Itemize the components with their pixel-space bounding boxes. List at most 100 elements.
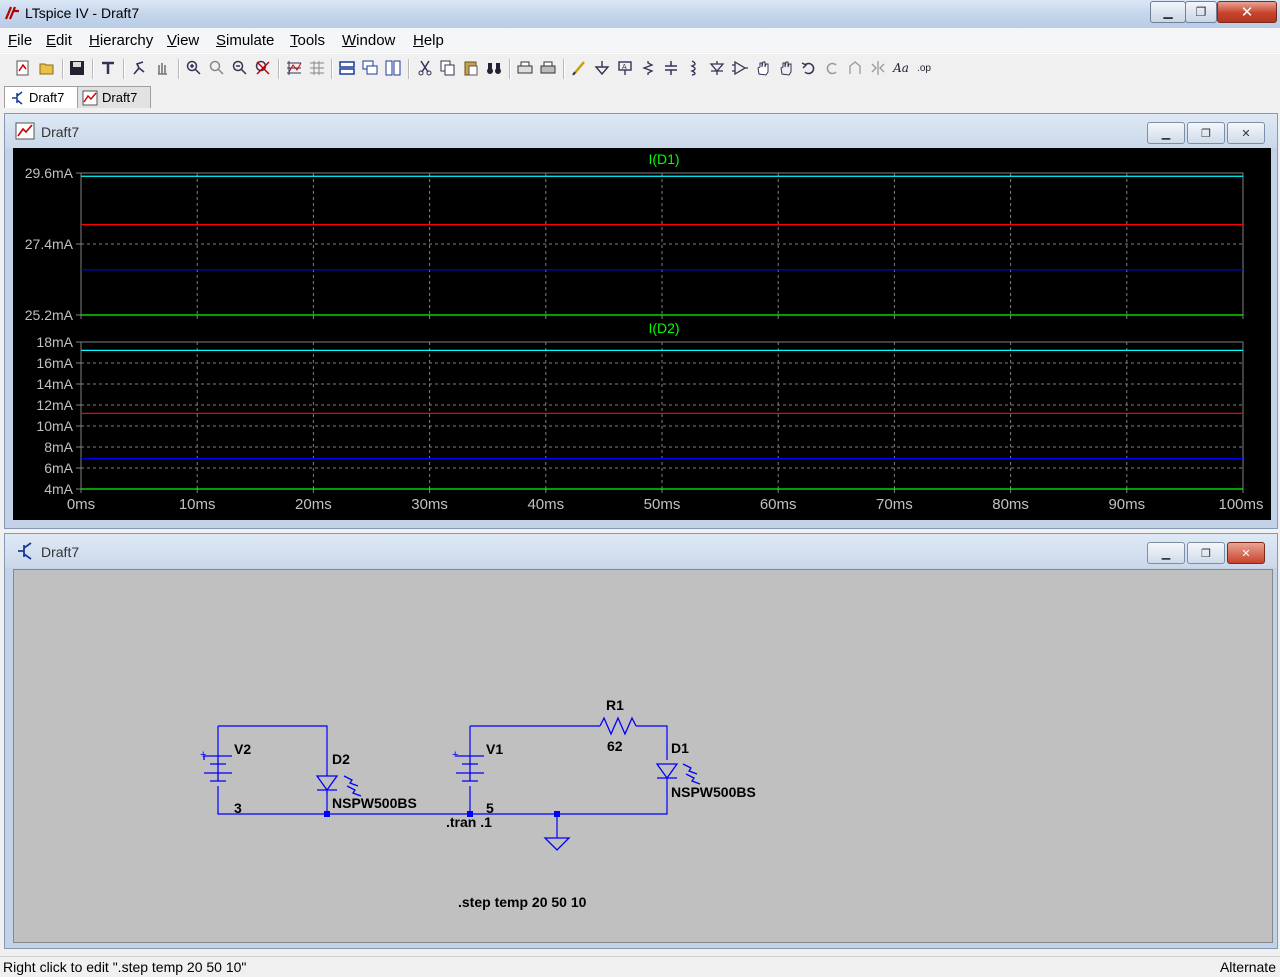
rotate-icon[interactable] [846, 59, 864, 77]
schematic-close-button[interactable]: ✕ [1227, 542, 1265, 564]
waveform-chart[interactable]: 29.6mA 27.4mA 25.2mA I(D1) 18mA 16mA 14mA 12mA 1… [13, 148, 1271, 520]
paste-icon[interactable] [462, 59, 480, 77]
y-tick-label: 4mA [44, 481, 73, 497]
y-tick-label: 25.2mA [25, 307, 74, 323]
wire[interactable] [469, 778, 668, 815]
waveform-minimize-button[interactable]: ▁ [1147, 122, 1185, 144]
menu-window[interactable]: Window [342, 32, 395, 49]
cut-icon[interactable] [416, 59, 434, 77]
waveform-plot-area[interactable]: 29.6mA 27.4mA 25.2mA I(D1) 18mA 16mA 14mA 12mA 1… [13, 148, 1271, 520]
cascade-icon[interactable] [361, 59, 379, 77]
y-tick-label: 6mA [44, 460, 73, 476]
waveform-close-button[interactable]: ✕ [1227, 122, 1265, 144]
waveform-maximize-button[interactable]: ❐ [1187, 122, 1225, 144]
ground-symbol[interactable] [543, 837, 571, 851]
drag-hand-icon[interactable] [777, 59, 795, 77]
v2-label[interactable]: V2 [234, 741, 251, 757]
inductor-icon[interactable] [685, 59, 703, 77]
svg-text:+: + [452, 749, 458, 761]
d1-label[interactable]: D1 [671, 740, 689, 756]
find-binoculars-icon[interactable] [485, 59, 503, 77]
tab-waveform[interactable]: Draft7 [77, 86, 151, 108]
menu-tools[interactable]: Tools [290, 32, 325, 49]
minimize-icon: ▁ [1161, 127, 1171, 140]
d2-symbol[interactable] [315, 775, 362, 797]
x-tick-label: 30ms [411, 496, 448, 513]
schematic-icon [12, 90, 23, 105]
ground-icon[interactable] [593, 59, 611, 77]
schematic-canvas[interactable]: + + V2 3 D2 NSPW500BS V1 5 R1 62 D1 NSPW… [13, 569, 1273, 943]
tab-schematic-label: Draft7 [29, 90, 65, 105]
status-bar: Right click to edit ".step temp 20 50 10… [0, 956, 1280, 977]
undo-icon[interactable] [800, 59, 818, 77]
move-hand-icon[interactable] [754, 59, 772, 77]
tran-directive[interactable]: .tran .1 [446, 814, 492, 830]
halt-icon[interactable] [153, 59, 171, 77]
step-directive[interactable]: .step temp 20 50 10 [458, 894, 587, 910]
resistor-icon[interactable] [639, 59, 657, 77]
minimize-icon: ▁ [1163, 5, 1173, 19]
tile-vertical-icon[interactable] [384, 59, 402, 77]
restore-icon: ❐ [1195, 5, 1207, 19]
diode-icon[interactable] [708, 59, 726, 77]
copy-icon[interactable] [439, 59, 457, 77]
menu-simulate[interactable]: Simulate [216, 32, 274, 49]
pan-icon[interactable] [208, 59, 226, 77]
menu-edit[interactable]: Edit [46, 32, 72, 49]
zoom-fit-icon[interactable] [254, 59, 272, 77]
menu-bar: File Edit Hierarchy View Simulate Tools … [0, 28, 1280, 52]
print-icon[interactable] [539, 59, 557, 77]
close-button[interactable]: ✕ [1217, 1, 1277, 23]
autorange-icon[interactable] [285, 59, 303, 77]
redo-icon[interactable] [823, 59, 841, 77]
x-tick-label: 70ms [876, 496, 913, 513]
new-schematic-icon[interactable] [14, 59, 32, 77]
schematic-drawing[interactable]: + + V2 3 D2 NSPW500BS V1 5 R1 62 D1 NSPW… [14, 570, 1272, 942]
capacitor-icon[interactable] [662, 59, 680, 77]
x-tick-label: 60ms [760, 496, 797, 513]
wire[interactable] [636, 725, 668, 760]
component-icon[interactable] [731, 59, 749, 77]
control-panel-icon[interactable] [99, 59, 117, 77]
run-icon[interactable] [130, 59, 148, 77]
d2-model[interactable]: NSPW500BS [332, 795, 417, 811]
d2-label[interactable]: D2 [332, 751, 350, 767]
minimize-button[interactable]: ▁ [1150, 1, 1186, 23]
schematic-maximize-button[interactable]: ❐ [1187, 542, 1225, 564]
label-net-icon[interactable]: A [616, 59, 634, 77]
v1-symbol[interactable]: + [452, 749, 484, 782]
grid-icon[interactable] [308, 59, 326, 77]
x-tick-label: 10ms [179, 496, 216, 513]
menu-help[interactable]: Help [413, 32, 444, 49]
close-icon: ✕ [1241, 127, 1251, 140]
waveform-window-titlebar[interactable]: Draft7 ▁ ❐ ✕ [5, 114, 1277, 148]
zoom-in-icon[interactable] [185, 59, 203, 77]
x-tick-label: 80ms [992, 496, 1029, 513]
menu-file[interactable]: File [8, 32, 32, 49]
r1-symbol[interactable] [599, 716, 637, 736]
maximize-button[interactable]: ❐ [1185, 1, 1217, 23]
zoom-out-icon[interactable] [231, 59, 249, 77]
save-icon[interactable] [68, 59, 86, 77]
print-preview-icon[interactable] [516, 59, 534, 77]
r1-label[interactable]: R1 [606, 697, 624, 713]
tab-schematic[interactable]: Draft7 [4, 86, 78, 108]
r1-value[interactable]: 62 [607, 738, 623, 754]
v2-symbol[interactable]: + [200, 749, 232, 782]
v1-label[interactable]: V1 [486, 741, 503, 757]
waveform-icon [82, 90, 98, 105]
tile-horizontal-icon[interactable] [338, 59, 356, 77]
text-icon[interactable]: Aa [892, 59, 910, 77]
d1-symbol[interactable] [655, 763, 701, 785]
v2-value[interactable]: 3 [234, 800, 242, 816]
draw-wire-icon[interactable] [570, 59, 588, 77]
menu-view[interactable]: View [167, 32, 199, 49]
maximize-icon: ❐ [1201, 127, 1211, 140]
menu-hierarchy[interactable]: Hierarchy [89, 32, 153, 49]
open-folder-icon[interactable] [38, 59, 56, 77]
mirror-icon[interactable] [869, 59, 887, 77]
spice-directive-icon[interactable]: .op [915, 59, 933, 77]
schematic-minimize-button[interactable]: ▁ [1147, 542, 1185, 564]
d1-model[interactable]: NSPW500BS [671, 784, 756, 800]
schematic-window-titlebar[interactable]: Draft7 ▁ ❐ ✕ [5, 534, 1277, 568]
